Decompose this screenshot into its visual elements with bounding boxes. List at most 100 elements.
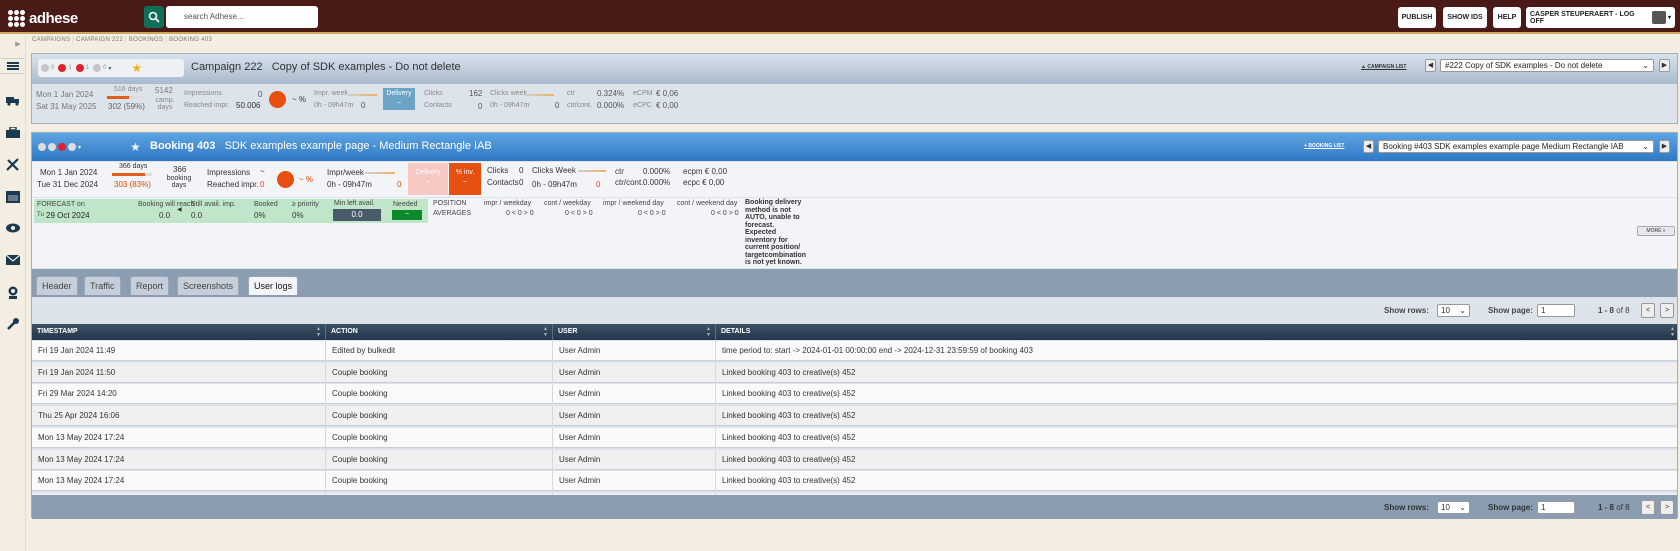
adhese-logo[interactable]: adhese [8, 9, 78, 27]
campaign-title: Campaign 222 Copy of SDK examples - Do n… [191, 61, 461, 73]
star-icon[interactable]: ★ [131, 61, 142, 75]
booking-elapsed: 303 (83%) [114, 180, 151, 189]
show-page-label: Show page: [1488, 306, 1533, 315]
b-ctrcont-label: ctr/cont. [615, 178, 644, 187]
expand-sidebar-icon[interactable]: ▶ [14, 40, 22, 48]
user-logoff-label: CASPER STEUPERAERT - LOG OFF [1530, 10, 1635, 25]
note-line: targetcombination [745, 251, 807, 259]
prev-campaign-button[interactable]: ◀ [1425, 59, 1436, 72]
prev-page-button[interactable]: < [1641, 303, 1655, 318]
column-header-details[interactable]: DETAILS ▲ ▼ [716, 324, 1679, 340]
b-impr-week-value: 0 [397, 180, 402, 189]
booking-list-link[interactable]: + BOOKING LIST [1304, 143, 1344, 149]
min-left-value: 0.0 [333, 209, 381, 221]
table-row[interactable]: Fri 19 Jan 2024 11:49 Edited by bulkedit U… [32, 341, 1677, 361]
scheduled-status-icon [38, 143, 46, 151]
breadcrumb: CAMPAIGNS | CAMPAIGN 222 | BOOKINGS | BOOKI… [32, 36, 212, 46]
user-logoff-button[interactable]: CASPER STEUPERAERT - LOG OFF ▾ [1526, 7, 1675, 28]
contacts-value: 0 [478, 102, 483, 111]
table-row[interactable]: Fri 29 Mar 2024 14:20 Couple booking User … [32, 384, 1677, 405]
next-booking-button[interactable]: ▶ [1659, 140, 1670, 153]
details-cell: Linked booking 403 to creative(s) 452 [722, 454, 856, 464]
show-ids-button[interactable]: SHOW IDS [1443, 7, 1487, 28]
page-range: 1 - 8 of 8 [1598, 503, 1630, 512]
page-input[interactable]: 1 [1537, 501, 1575, 514]
next-page-button[interactable]: > [1660, 500, 1674, 515]
booking-progress-bar [112, 173, 152, 176]
search-button[interactable] [144, 6, 164, 28]
details-cell: Linked booking 403 to creative(s) 452 [722, 432, 856, 442]
help-button[interactable]: HELP [1493, 7, 1521, 28]
tab-screenshots[interactable]: Screenshots [177, 276, 240, 295]
tab-traffic[interactable]: Traffic [84, 276, 121, 295]
campaign-days-value: 5142 [155, 86, 173, 95]
breadcrumb-campaign[interactable]: CAMPAIGN 222 [76, 36, 123, 46]
page-input[interactable]: 1 [1537, 304, 1575, 317]
delivery-truck-icon[interactable] [5, 92, 21, 108]
table-row[interactable]: Mon 13 May 2024 17:24 Couple booking User … [32, 471, 1677, 492]
column-header-user[interactable]: USER ▲ ▼ [553, 324, 716, 340]
briefcase-icon[interactable] [5, 124, 21, 140]
wrench-icon[interactable] [5, 316, 21, 332]
search-input[interactable]: search Adhese... [166, 6, 318, 28]
column-header-action[interactable]: ACTION ▲ ▼ [326, 324, 553, 340]
timestamp-cell: Fri 29 Mar 2024 14:20 [32, 384, 326, 405]
campaign-stats: Mon 1 Jan 2024 Sat 31 May 2025 516 days … [32, 85, 1677, 123]
mail-icon[interactable] [5, 252, 21, 268]
prev-page-button[interactable]: < [1641, 500, 1655, 515]
chevron-down-icon[interactable]: ▾ [78, 144, 81, 151]
top-bar: adhese search Adhese... PUBLISH SHOW IDS… [0, 0, 1680, 34]
note-line: Booking delivery [745, 199, 802, 206]
campaign-select[interactable]: #222 Copy of SDK examples - Do not delet… [1440, 59, 1654, 72]
more-button[interactable]: MORE » [1637, 226, 1675, 236]
chevron-down-icon[interactable]: ▾ [108, 65, 111, 72]
booked-label: Booked [254, 201, 278, 208]
min-left-label: Min left avail. [334, 200, 375, 207]
status-count: 0 [103, 65, 107, 71]
impressions-pct: ~ % [292, 95, 307, 104]
status-count: 1 [68, 65, 72, 71]
needed-value: ~ [392, 210, 422, 220]
ecpc-value: € 0,00 [656, 101, 679, 110]
reached-label: Reached impr. [184, 102, 230, 109]
sort-icon: ▲ ▼ [706, 326, 711, 338]
action-cell: Couple booking [326, 471, 553, 492]
campaign-label: Campaign 222 [191, 61, 263, 73]
campaign-list-link[interactable]: ▲ CAMPAIGN LIST [1361, 64, 1406, 70]
show-rows-label: Show rows: [1384, 503, 1429, 512]
booking-select[interactable]: Booking #403 SDK examples example page M… [1378, 140, 1654, 153]
table-row[interactable]: Fri 19 Jan 2024 11:50 Couple booking User … [32, 362, 1677, 383]
breadcrumb-campaigns[interactable]: CAMPAIGNS [32, 36, 70, 46]
tools-icon[interactable] [5, 156, 21, 172]
prev-booking-button[interactable]: ◀ [1363, 140, 1374, 153]
delivery-box: Delivery ~ [383, 88, 415, 110]
table-row[interactable]: Mon 13 May 2024 17:24 Couple booking User … [32, 427, 1677, 448]
rows-select[interactable]: 10 ⌄ [1437, 501, 1470, 514]
next-campaign-button[interactable]: ▶ [1659, 59, 1670, 72]
star-icon[interactable]: ★ [130, 140, 141, 154]
campaign-select-value: #222 Copy of SDK examples - Do not delet… [1445, 61, 1603, 70]
breadcrumb-booking[interactable]: BOOKING 403 [169, 36, 212, 46]
rows-select-value: 10 [1441, 306, 1450, 315]
calendar-icon[interactable] [5, 188, 21, 204]
column-header-timestamp[interactable]: TIMESTAMP ▲ ▼ [32, 324, 326, 340]
impr-week-sparkline [347, 94, 377, 96]
campaigns-icon[interactable] [1, 58, 25, 74]
rows-select[interactable]: 10 ⌄ [1437, 304, 1470, 317]
tab-report[interactable]: Report [130, 276, 170, 295]
eye-icon[interactable] [5, 220, 21, 236]
booking-total-days: 366 days [119, 163, 148, 170]
publish-button[interactable]: PUBLISH [1398, 7, 1436, 28]
next-page-button[interactable]: > [1660, 303, 1674, 318]
tab-user-logs[interactable]: User logs [248, 276, 299, 295]
done-status-icon [93, 64, 102, 72]
table-row[interactable]: Thu 25 Apr 2024 16:06 Couple booking User … [32, 406, 1677, 427]
will-reach-label: Booking will reach [138, 201, 195, 208]
breadcrumb-bookings[interactable]: BOOKINGS [129, 36, 163, 46]
user-icon[interactable] [5, 284, 21, 300]
table-row[interactable]: Mon 13 May 2024 17:24 Couple booking User … [32, 449, 1677, 470]
tab-header[interactable]: Header [36, 276, 78, 295]
needed-label: Needed [393, 201, 418, 208]
b-impressions-label: Impressions [207, 168, 251, 177]
campaign-start: Mon 1 Jan 2024 [36, 90, 94, 99]
